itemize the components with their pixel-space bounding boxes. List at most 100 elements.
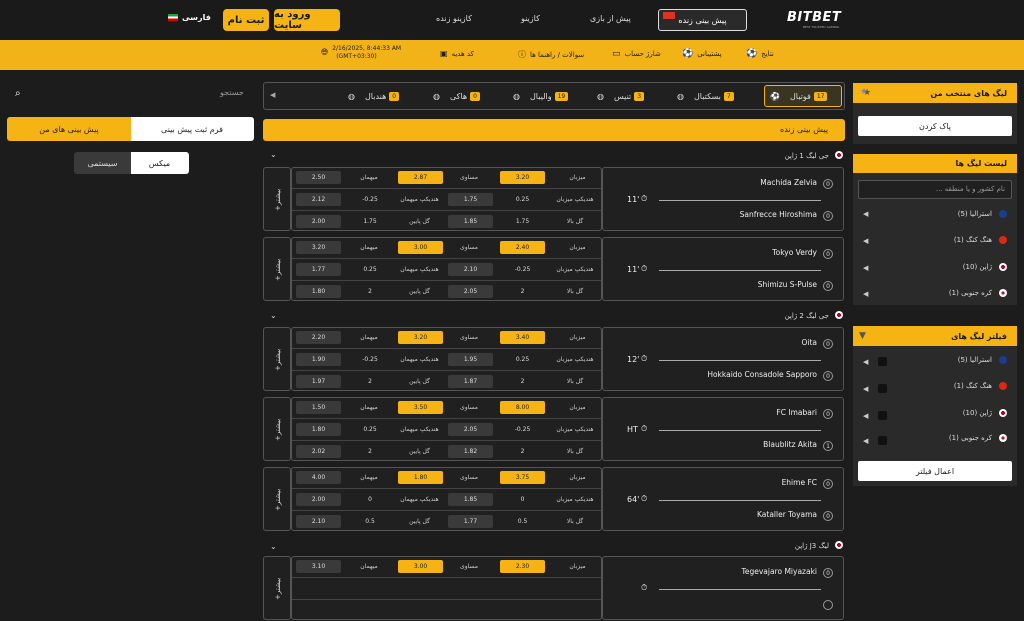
odds-home[interactable]: 3.40 xyxy=(500,331,545,344)
nav-live-casino[interactable]: کازینو زنده xyxy=(436,14,472,23)
total-value: 2 xyxy=(520,448,525,455)
odds-over[interactable]: 1.87 xyxy=(448,375,493,388)
australia-flag-icon xyxy=(999,210,1007,218)
odds-away[interactable]: 2.50 xyxy=(296,171,341,184)
divider xyxy=(292,188,601,189)
match-card[interactable]: FC Imabari 0 HT ⏱ Blaublitz Akita 1 xyxy=(602,397,844,461)
match-card[interactable]: Machida Zelvia 0 11' ⏱ Sanfrecce Hiroshi… xyxy=(602,167,844,231)
odds-home[interactable]: 2.30 xyxy=(500,560,545,573)
odds-label: میزبان xyxy=(569,244,586,251)
deposit-link[interactable]: شارژ حساب ▭ xyxy=(612,49,661,59)
odds-handicap-home[interactable]: 1.75 xyxy=(448,193,493,206)
odds-home[interactable]: 8.00 xyxy=(500,401,545,414)
odds-over[interactable]: 2.05 xyxy=(448,285,493,298)
odds-away[interactable]: 3.20 xyxy=(296,241,341,254)
odds-handicap-away[interactable]: 2.00 xyxy=(296,493,341,506)
odds-draw[interactable]: 3.20 xyxy=(398,331,443,344)
odds-under[interactable]: 2.10 xyxy=(296,515,341,528)
odds-draw[interactable]: 3.00 xyxy=(398,560,443,573)
more-markets-button[interactable]: +بیشتر xyxy=(263,397,291,461)
deposit-label: شارژ حساب xyxy=(624,50,661,58)
sport-tab-tennis[interactable]: 3 تنیس ◍ xyxy=(597,86,645,106)
match-card[interactable]: Tegevajaro Miyazaki 0 ⏱ xyxy=(602,556,844,620)
odds-away[interactable]: 3.10 xyxy=(296,560,341,573)
more-markets-button[interactable]: +بیشتر xyxy=(263,237,291,301)
tab-my-bets[interactable]: پیش بینی های من xyxy=(7,117,131,141)
odds-under[interactable]: 1.97 xyxy=(296,375,341,388)
odds-draw[interactable]: 3.00 xyxy=(398,241,443,254)
filter-checkbox[interactable] xyxy=(878,411,887,420)
odds-handicap-away[interactable]: 2.12 xyxy=(296,193,341,206)
odds-away[interactable]: 1.50 xyxy=(296,401,341,414)
odds-under[interactable]: 1.80 xyxy=(296,285,341,298)
odds-draw[interactable]: 2.87 xyxy=(398,171,443,184)
odds-away[interactable]: 4.00 xyxy=(296,471,341,484)
odds-home[interactable]: 3.20 xyxy=(500,171,545,184)
support-label: پشتیبانی xyxy=(697,50,722,58)
nav-prematch[interactable]: پیش از بازی xyxy=(590,14,631,23)
timeline-bar xyxy=(659,500,821,501)
collapse-chevron-icon[interactable]: ⌄ xyxy=(270,150,277,159)
match-card[interactable]: Oita 0 12' ⏱ Hokkaido Consadole Sapporo … xyxy=(602,327,844,391)
nav-live-prematch[interactable]: پیش بینی زنده xyxy=(658,9,747,31)
stopwatch-icon: ⏱ xyxy=(641,494,648,503)
more-markets-button[interactable]: +بیشتر xyxy=(263,556,291,620)
filter-checkbox[interactable] xyxy=(878,384,887,393)
language-selector[interactable]: فارسی xyxy=(168,13,211,22)
login-button[interactable]: ورود به سایت xyxy=(274,9,340,31)
match-card[interactable]: Ehime FC 0 64' ⏱ Kataller Toyama 0 xyxy=(602,467,844,531)
odds-over[interactable]: 1.85 xyxy=(448,215,493,228)
collapse-chevron-icon[interactable]: ⌄ xyxy=(270,542,277,551)
more-markets-button[interactable]: +بیشتر xyxy=(263,167,291,231)
odds-handicap-away[interactable]: 1.90 xyxy=(296,353,341,366)
match-card[interactable]: Tokyo Verdy 0 11' ⏱ Shimizu S-Pulse 0 xyxy=(602,237,844,301)
odds-away[interactable]: 2.20 xyxy=(296,331,341,344)
sport-tab-handball[interactable]: 0 هندبال ◍ xyxy=(348,86,400,106)
odds-handicap-home[interactable]: 1.95 xyxy=(448,353,493,366)
nav-casino[interactable]: کازینو xyxy=(521,14,540,23)
gift-code-link[interactable]: کد هدیه ▣ xyxy=(440,49,474,58)
scroll-left-icon[interactable]: ◀ xyxy=(270,91,275,99)
odds-under[interactable]: 2.02 xyxy=(296,445,341,458)
filter-checkbox[interactable] xyxy=(878,436,887,445)
odds-over[interactable]: 1.82 xyxy=(448,445,493,458)
odds-label: میزبان xyxy=(569,563,586,570)
search-icon[interactable]: ⌕ xyxy=(15,88,21,99)
home-team: Ehime FC xyxy=(781,478,817,487)
star-icon[interactable]: ★ xyxy=(860,87,868,97)
mode-mix-button[interactable]: میکس xyxy=(130,152,189,174)
tab-form[interactable]: فرم ثبت پیش بینی xyxy=(130,117,254,141)
results-link[interactable]: نتایج ⚽ xyxy=(746,49,774,59)
more-markets-button[interactable]: +بیشتر xyxy=(263,467,291,531)
sport-tab-hockey[interactable]: 0 هاکی ◍ xyxy=(433,86,480,106)
brand-logo[interactable]: BITBET BEST TRUSTED GAMING xyxy=(787,10,862,30)
odds-draw[interactable]: 1.80 xyxy=(398,471,443,484)
odds-handicap-home[interactable]: 1.85 xyxy=(448,493,493,506)
apply-filter-button[interactable]: اعمال فیلتر xyxy=(858,461,1012,481)
sport-tab-volleyball[interactable]: 19 والیبال ◍ xyxy=(513,86,569,106)
odds-under[interactable]: 2.00 xyxy=(296,215,341,228)
odds-handicap-home[interactable]: 2.05 xyxy=(448,423,493,436)
odds-home[interactable]: 3.75 xyxy=(500,471,545,484)
support-link[interactable]: پشتیبانی ⚽ xyxy=(682,49,722,59)
sport-name: والیبال xyxy=(529,91,552,101)
odds-handicap-home[interactable]: 2.10 xyxy=(448,263,493,276)
odds-handicap-away[interactable]: 1.77 xyxy=(296,263,341,276)
register-button[interactable]: ثبت نام xyxy=(223,9,269,31)
sport-tab-basketball[interactable]: 7 بسکتبال ◍ xyxy=(677,86,734,106)
league-search-input[interactable]: نام کشور و یا منطقه ... xyxy=(858,180,1012,199)
odds-over[interactable]: 1.77 xyxy=(448,515,493,528)
handicap-value: 0.25 xyxy=(515,356,530,363)
collapse-chevron-icon[interactable]: ⌄ xyxy=(270,311,277,320)
clear-button[interactable]: پاک کردن xyxy=(858,116,1012,136)
faq-link[interactable]: سوالات / راهنما ها ⓘ xyxy=(518,49,584,60)
away-team: Blaublitz Akita xyxy=(763,440,817,449)
odds-home[interactable]: 2.40 xyxy=(500,241,545,254)
odds-label: مساوی xyxy=(460,474,478,481)
odds-draw[interactable]: 3.50 xyxy=(398,401,443,414)
filter-checkbox[interactable] xyxy=(878,357,887,366)
more-markets-button[interactable]: +بیشتر xyxy=(263,327,291,391)
odds-label: میهمان xyxy=(360,334,378,341)
mode-system-button[interactable]: سیستمی xyxy=(74,152,131,174)
odds-handicap-away[interactable]: 1.80 xyxy=(296,423,341,436)
